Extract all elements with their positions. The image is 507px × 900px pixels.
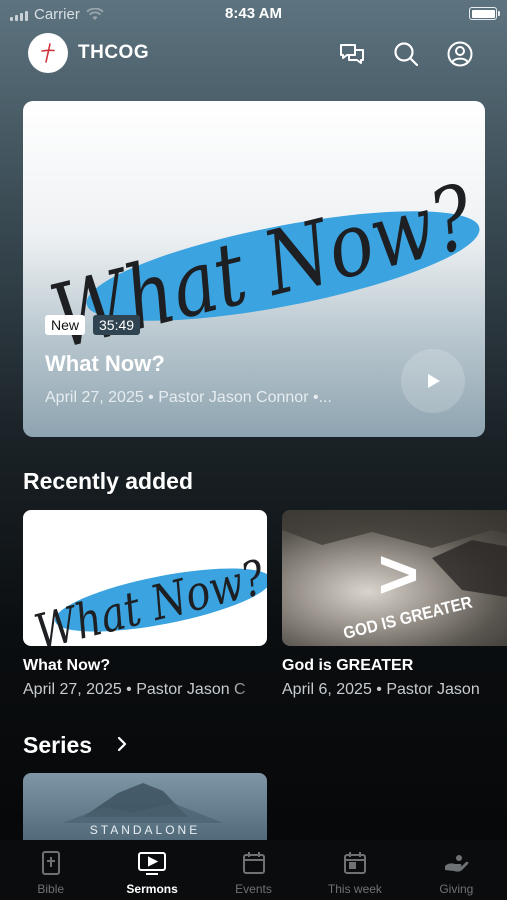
series-card[interactable]: STANDALONE bbox=[23, 773, 267, 843]
tab-label: Giving bbox=[439, 882, 474, 896]
app-title: THCOG bbox=[78, 42, 150, 63]
chat-icon[interactable] bbox=[338, 40, 366, 68]
recently-added-title: Recently added bbox=[23, 468, 193, 494]
play-button[interactable] bbox=[401, 349, 465, 413]
calendar-icon bbox=[242, 852, 265, 874]
tab-bible[interactable]: Bible bbox=[0, 840, 101, 900]
greater-symbol: > bbox=[378, 535, 419, 613]
new-badge: New bbox=[45, 315, 86, 335]
recent-sermon-card[interactable]: What Now? What Now? April 27, 2025 • Pas… bbox=[23, 510, 267, 699]
featured-artwork: What Now? bbox=[41, 165, 484, 351]
tab-this-week[interactable]: This week bbox=[304, 840, 405, 900]
battery-icon bbox=[469, 7, 500, 20]
church-logo[interactable] bbox=[28, 33, 68, 73]
featured-title: What Now? bbox=[45, 351, 165, 376]
logo-cross-icon bbox=[41, 43, 55, 63]
recent-sermon-thumbnail: What Now? bbox=[23, 510, 267, 646]
app-header: THCOG bbox=[0, 32, 507, 74]
tab-label: This week bbox=[327, 882, 382, 896]
giving-hand-icon bbox=[445, 855, 469, 872]
tab-events[interactable]: Events bbox=[203, 840, 304, 900]
calendar-week-icon bbox=[343, 852, 366, 874]
tab-giving[interactable]: Giving bbox=[406, 840, 507, 900]
tab-label: Bible bbox=[37, 882, 65, 896]
play-icon bbox=[428, 374, 440, 388]
tab-label: Events bbox=[235, 882, 272, 896]
recent-sermon-card[interactable]: > GOD IS GREATER God is GREATER April 6,… bbox=[282, 510, 507, 699]
recent-sermon-title: God is GREATER bbox=[282, 657, 414, 674]
recent-sermon-meta: April 27, 2025 • Pastor Jason C bbox=[23, 681, 246, 698]
duration-badge: 35:49 bbox=[93, 315, 141, 335]
featured-sermon-card[interactable]: What Now? New 35:49 What Now? April 27, … bbox=[23, 101, 485, 437]
tab-sermons[interactable]: Sermons bbox=[101, 840, 202, 900]
tv-icon bbox=[138, 852, 167, 875]
recent-artwork-text: What Now? bbox=[30, 550, 267, 646]
featured-meta: April 27, 2025 • Pastor Jason Connor •..… bbox=[45, 389, 332, 406]
chevron-right-icon[interactable] bbox=[116, 735, 128, 753]
bible-icon bbox=[41, 851, 60, 875]
recent-sermon-thumbnail: > GOD IS GREATER bbox=[282, 510, 507, 646]
series-title[interactable]: Series bbox=[23, 732, 92, 759]
search-icon[interactable] bbox=[392, 40, 420, 68]
status-bar: Carrier 8:43 AM bbox=[0, 0, 507, 30]
recent-sermon-title: What Now? bbox=[23, 657, 111, 674]
series-label: STANDALONE bbox=[89, 823, 201, 837]
status-time: 8:43 AM bbox=[225, 5, 282, 22]
featured-badges: New 35:49 bbox=[45, 315, 141, 335]
tab-label: Sermons bbox=[126, 882, 178, 896]
tab-bar: Bible Sermons Events This week Giving bbox=[0, 840, 507, 900]
account-icon[interactable] bbox=[446, 40, 474, 68]
recent-sermon-meta: April 6, 2025 • Pastor Jason bbox=[282, 681, 480, 698]
